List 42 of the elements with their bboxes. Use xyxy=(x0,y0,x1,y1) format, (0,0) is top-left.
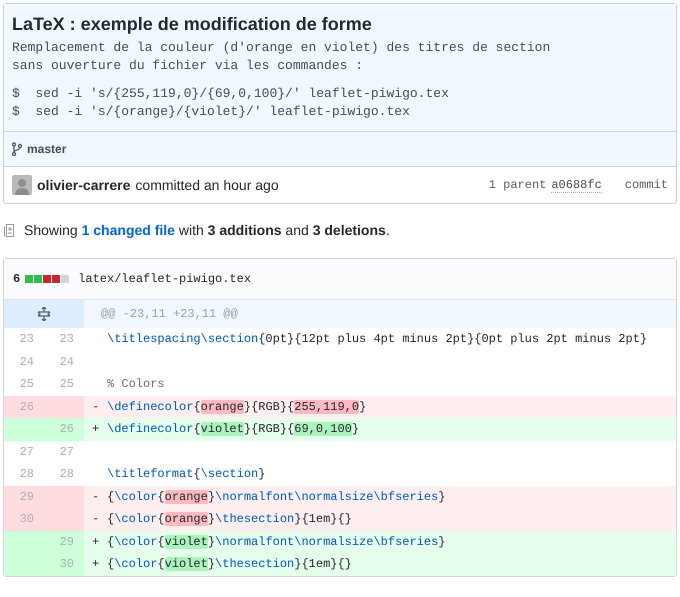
diff-marker: - xyxy=(91,511,100,528)
code-line: % Colors xyxy=(107,377,165,391)
commit-label: commit xyxy=(624,178,668,192)
commit-title: LaTeX : exemple de modification de forme xyxy=(11,13,373,36)
hunk-header: @@ -23,11 +23,11 @@ xyxy=(100,306,238,323)
branch-link[interactable]: master xyxy=(27,142,66,156)
commit-time: committed an hour ago xyxy=(135,177,279,193)
code-line: \definecolor{orange}{RGB}{255,119,0} xyxy=(107,400,366,414)
diff-marker: - xyxy=(91,488,100,506)
avatar-icon xyxy=(12,175,32,195)
line-number-cell: 30 xyxy=(44,553,84,576)
diff-marker: + xyxy=(91,421,100,438)
diff-marker: + xyxy=(91,534,100,550)
diff-marker: - xyxy=(91,398,100,416)
code-line: {\color{orange}\thesection}{1em}{} xyxy=(107,512,352,526)
parent-sha-link[interactable]: a0688fc xyxy=(551,178,602,192)
diff-marker: + xyxy=(91,556,100,573)
expand-button[interactable] xyxy=(4,300,84,328)
code-line: {\color{violet}\normalfont\normalsize\bfseries} xyxy=(107,534,446,548)
file-path: latex/leaflet-piwigo.tex xyxy=(78,272,252,286)
code-line: \definecolor{violet}{RGB}{69,0,100} xyxy=(107,422,360,436)
code-line: \titleformat{\section} xyxy=(107,467,266,481)
change-count: 6 xyxy=(13,272,20,286)
line-number-cell: 29 xyxy=(4,486,44,508)
parent-label: 1 parent xyxy=(488,178,546,192)
line-number-cell: 30 xyxy=(4,508,44,530)
author-link[interactable]: olivier-carrere xyxy=(37,177,130,193)
commit-description: Remplacement de la couleur (d'orange en violet) des titres de section sans ouverture du fichier via les commandes : xyxy=(11,39,552,75)
line-number-cell xyxy=(44,396,84,418)
code-line: \titlespacing\section{0pt}{12pt plus 4pt minus 2pt}{0pt plus 2pt minus 2pt} xyxy=(107,332,648,346)
command-lines: $ sed -i 's/{255,119,0}/{69,0,100}/' leaflet-piwigo.tex $ sed -i 's/{orange}/{violet}/' leaflet-piwigo.tex xyxy=(11,85,450,121)
line-number-cell: 29 xyxy=(44,530,84,553)
changed-files-link[interactable]: 1 changed file xyxy=(82,222,175,238)
code-line: {\color{orange}\normalfont\normalsize\bfseries} xyxy=(107,490,446,504)
line-number-cell xyxy=(4,418,44,440)
diff-summary: Showing 1 changed file with 3 additions and 3 deletions. xyxy=(24,222,390,238)
expand-icon[interactable] xyxy=(37,307,51,321)
line-number-cell: 26 xyxy=(4,396,44,418)
code-line: {\color{violet}\thesection}{1em}{} xyxy=(107,557,352,571)
file-diff-icon xyxy=(3,222,16,238)
line-number-cell: 26 xyxy=(44,418,84,440)
branch-icon xyxy=(12,142,22,156)
